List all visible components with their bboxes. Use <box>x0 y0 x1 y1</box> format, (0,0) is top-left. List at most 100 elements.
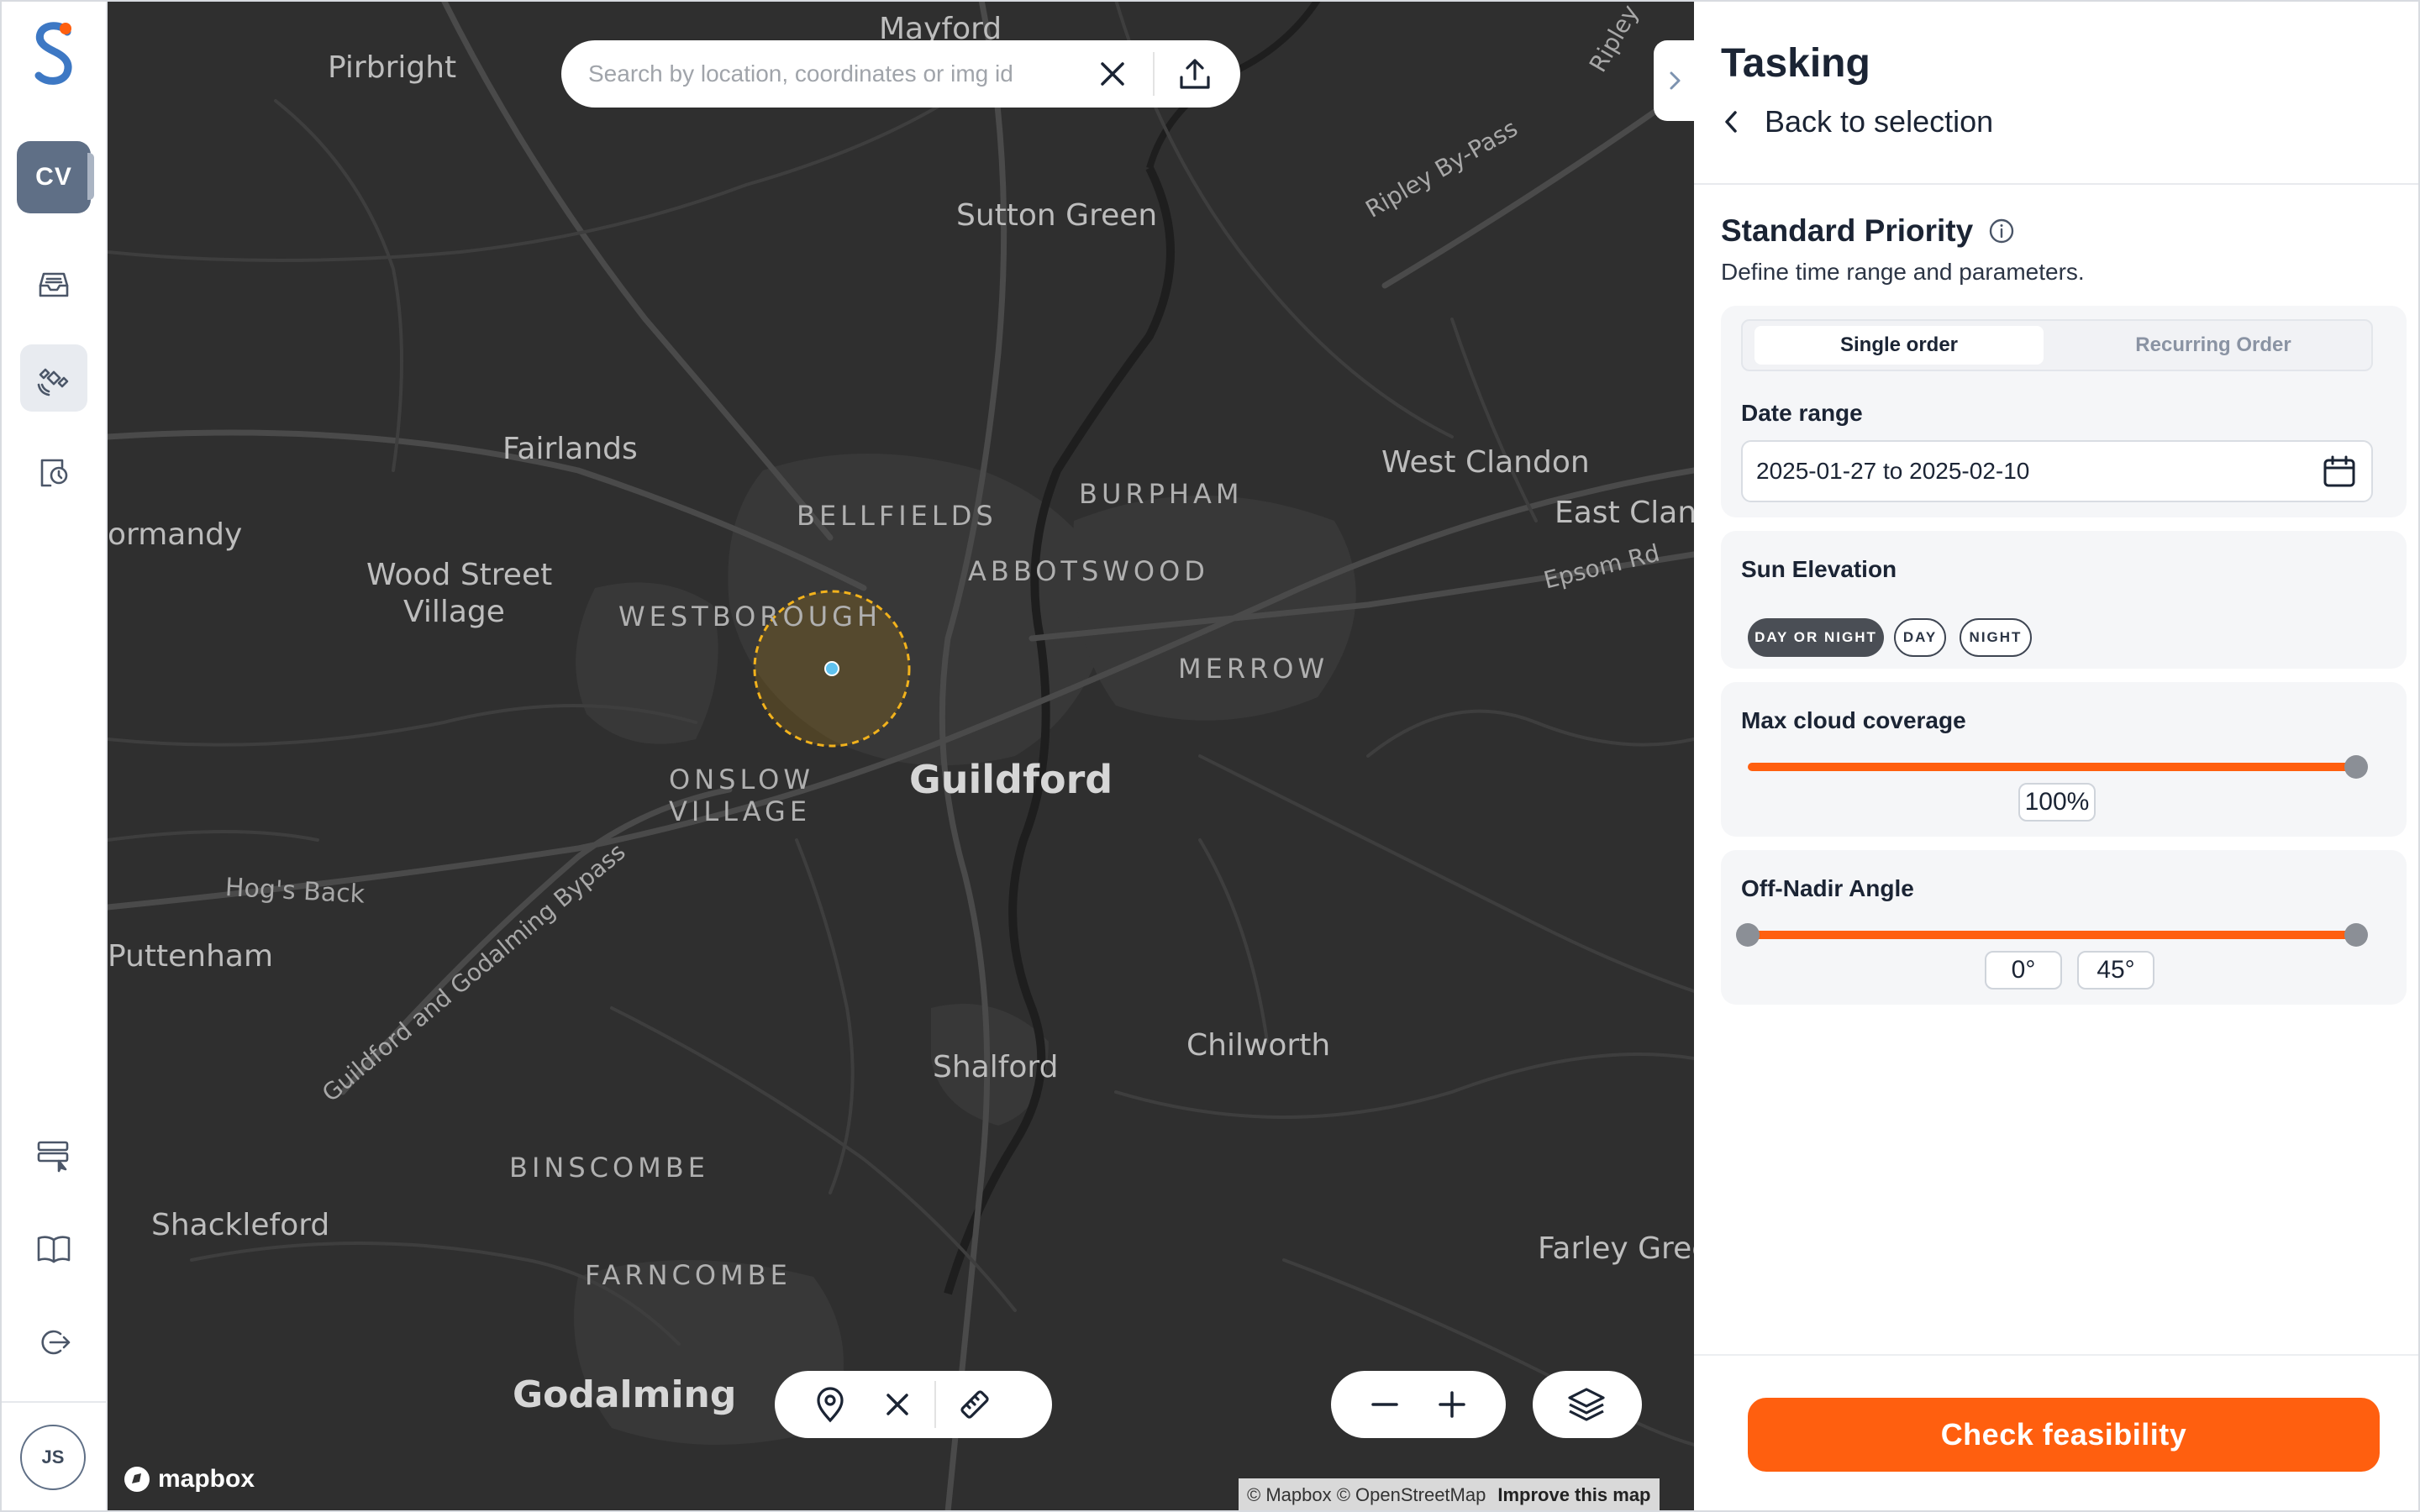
info-icon[interactable] <box>1988 218 2015 244</box>
orders-inbox-icon <box>39 272 69 297</box>
place-marker-button[interactable] <box>810 1384 850 1425</box>
map-attribution: © Mapbox © OpenStreetMap Improve this ma… <box>1239 1478 1660 1512</box>
nadir-min-thumb[interactable] <box>1736 923 1760 947</box>
measure-button[interactable] <box>955 1384 995 1425</box>
footer-divider <box>1694 1354 2420 1356</box>
place-label: MERROW <box>1178 653 1329 685</box>
cloud-value: 100% <box>2018 783 2096 822</box>
nav-tasking[interactable] <box>20 344 87 412</box>
priority-subtitle: Define time range and parameters. <box>1721 259 2085 285</box>
cloud-slider-thumb[interactable] <box>2344 755 2368 779</box>
place-label: East Cland <box>1555 496 1694 530</box>
place-label: FARNCOMBE <box>585 1259 792 1291</box>
map-search-bar <box>561 40 1240 108</box>
date-range-value: 2025-01-27 to 2025-02-10 <box>1756 458 2030 484</box>
logout-icon <box>41 1330 71 1355</box>
clear-search-button[interactable] <box>1092 54 1133 94</box>
search-input[interactable] <box>588 60 1084 87</box>
map-canvas[interactable]: Mayford Pirbright Ripley Sutton Green Ri… <box>108 0 1694 1512</box>
mapbox-logo[interactable]: mapbox <box>123 1465 255 1494</box>
priority-title-text: Standard Priority <box>1721 213 1974 248</box>
nav-logout[interactable] <box>20 1309 87 1376</box>
place-label: Godalming <box>513 1373 737 1416</box>
order-type-toggle: Single order Recurring Order <box>1741 319 2373 371</box>
sun-option-day[interactable]: DAY <box>1894 618 1946 657</box>
cloud-slider-track[interactable] <box>1748 763 2356 771</box>
place-label: Shackleford <box>151 1208 330 1242</box>
user-avatar[interactable]: JS <box>20 1425 86 1490</box>
documentation-book-icon <box>37 1236 71 1263</box>
page-title: Tasking <box>1721 41 1870 86</box>
place-label: Sutton Green <box>956 198 1158 233</box>
date-range-field[interactable]: 2025-01-27 to 2025-02-10 <box>1741 440 2373 502</box>
nadir-min-value: 0° <box>1985 951 2062 990</box>
place-label: BINSCOMBE <box>509 1152 709 1184</box>
zoom-controls <box>1331 1371 1506 1438</box>
date-range-label: Date range <box>1741 400 1863 426</box>
place-label: Fairlands <box>502 432 638 466</box>
aoi-center-marker <box>824 661 839 676</box>
tasking-panel: Tasking Back to selection Standard Prior… <box>1694 0 2420 1512</box>
nadir-max-value: 45° <box>2077 951 2154 990</box>
nav-catalog[interactable] <box>20 1121 87 1188</box>
nav-history[interactable] <box>20 438 87 506</box>
cloud-coverage-label: Max cloud coverage <box>1741 707 1966 733</box>
sun-option-day-or-night[interactable]: DAY OR NIGHT <box>1748 618 1884 657</box>
order-settings-card: Single order Recurring Order Date range … <box>1721 306 2407 517</box>
back-label: Back to selection <box>1765 104 1994 139</box>
workspace-indicator <box>87 153 94 200</box>
place-label: Village <box>403 595 505 629</box>
mapbox-wordmark: mapbox <box>158 1465 255 1493</box>
place-label: West Clandon <box>1381 445 1590 480</box>
off-nadir-label: Off-Nadir Angle <box>1741 875 1914 901</box>
back-to-selection-link[interactable]: Back to selection <box>1721 104 1993 139</box>
search-divider <box>1153 52 1155 96</box>
workspace-switcher[interactable]: CV <box>17 141 91 213</box>
place-label: Pirbright <box>328 50 457 85</box>
place-label: BELLFIELDS <box>797 500 997 532</box>
place-label: Farley Gree <box>1538 1231 1694 1266</box>
recurring-order-tab[interactable]: Recurring Order <box>2062 326 2365 365</box>
chevron-right-icon <box>1670 71 1681 90</box>
nadir-slider-track[interactable] <box>1748 931 2356 939</box>
attribution-text[interactable]: © Mapbox © OpenStreetMap <box>1247 1484 1486 1506</box>
sun-elevation-label: Sun Elevation <box>1741 556 1897 582</box>
layers-button[interactable] <box>1566 1384 1607 1425</box>
calendar-icon[interactable] <box>2321 454 2358 491</box>
place-label: ONSLOW <box>669 764 814 795</box>
workspace-initials: CV <box>35 163 72 191</box>
place-label: Puttenham <box>108 939 274 974</box>
brand-s-logo[interactable] <box>29 18 79 91</box>
draw-toolbar <box>775 1371 1052 1438</box>
zoom-out-button[interactable] <box>1365 1384 1405 1425</box>
sun-option-night[interactable]: NIGHT <box>1960 618 2032 657</box>
off-nadir-card: Off-Nadir Angle 0° 45° <box>1721 850 2407 1005</box>
improve-map-link[interactable]: Improve this map <box>1497 1484 1650 1506</box>
single-order-tab[interactable]: Single order <box>1754 326 2044 365</box>
check-feasibility-button[interactable]: Check feasibility <box>1748 1398 2380 1472</box>
place-label-guildford: Guildford <box>909 757 1113 802</box>
tasking-history-icon <box>40 459 68 487</box>
clear-drawing-button[interactable] <box>877 1384 918 1425</box>
zoom-in-button[interactable] <box>1432 1384 1472 1425</box>
left-nav: CV JS <box>0 0 108 1512</box>
place-label: WESTBOROUGH <box>618 601 881 633</box>
upload-button[interactable] <box>1175 54 1215 94</box>
map-basemap <box>108 0 1694 1512</box>
sun-elevation-card: Sun Elevation DAY OR NIGHT DAY NIGHT <box>1721 531 2407 669</box>
nav-orders[interactable] <box>20 250 87 318</box>
collapse-panel-button[interactable] <box>1654 40 1697 121</box>
place-label: ormandy <box>108 517 243 552</box>
nadir-max-thumb[interactable] <box>2344 923 2368 947</box>
place-label: Chilworth <box>1186 1028 1331 1063</box>
place-label: BURPHAM <box>1079 478 1244 510</box>
app-root: CV JS Mayford Pirbright Ripley Sutton Gr… <box>0 0 2420 1512</box>
ruler-icon <box>960 1390 989 1419</box>
layers-control <box>1533 1371 1642 1438</box>
nav-divider <box>0 1401 108 1403</box>
chevron-left-icon <box>1725 111 1737 133</box>
nav-docs[interactable] <box>20 1215 87 1282</box>
user-initials: JS <box>41 1446 65 1467</box>
close-icon <box>1101 62 1124 86</box>
panel-divider <box>1694 183 2420 185</box>
